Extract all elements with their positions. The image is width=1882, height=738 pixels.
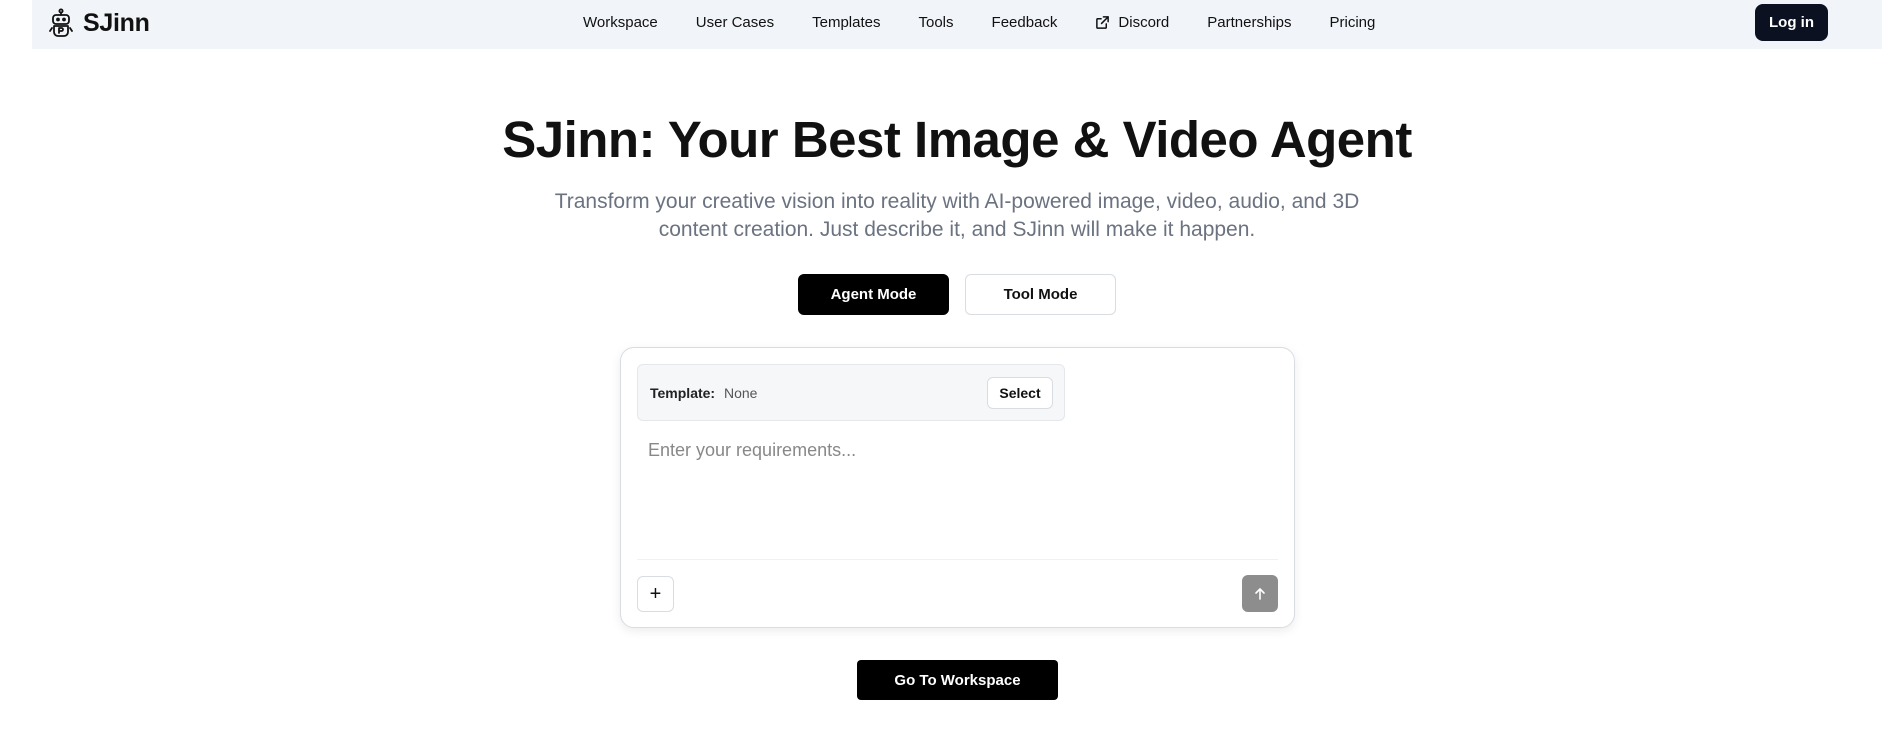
template-selector: Template: None Select [637, 364, 1065, 421]
nav-tools-label: Tools [918, 14, 954, 31]
template-value: None [724, 385, 758, 401]
send-button[interactable] [1242, 575, 1278, 612]
nav-user-cases-label: User Cases [695, 14, 775, 31]
nav-partnerships[interactable]: Partnerships [1207, 14, 1291, 31]
mode-toggle: Agent Mode Tool Mode [798, 274, 1116, 315]
nav-templates-label: Templates [812, 14, 881, 31]
login-button[interactable]: Log in [1755, 4, 1828, 41]
agent-mode-button[interactable]: Agent Mode [798, 274, 949, 315]
requirements-input[interactable] [637, 440, 1278, 551]
nav-templates[interactable]: Templates [812, 14, 880, 31]
go-to-workspace-button[interactable]: Go To Workspace [857, 660, 1058, 700]
nav-pricing[interactable]: Pricing [1329, 14, 1375, 31]
brand-logo[interactable]: SJinn [49, 8, 150, 38]
hero-title: SJinn: Your Best Image & Video Agent [502, 111, 1412, 168]
prompt-composer: Template: None Select + [620, 347, 1295, 628]
hero-subtitle-line-1: Transform your creative vision into real… [554, 190, 1360, 213]
hero-subtitle-line-2: content creation. Just describe it, and … [658, 218, 1256, 241]
main-nav: Workspace User Cases Templates Tools Fee… [583, 0, 1413, 45]
arrow-up-icon [1255, 587, 1265, 600]
nav-feedback[interactable]: Feedback [992, 14, 1058, 31]
nav-discord-label: Discord [1118, 14, 1170, 31]
brand-name: SJinn [83, 8, 150, 37]
plus-icon: + [649, 582, 662, 605]
nav-tools[interactable]: Tools [919, 14, 954, 31]
nav-user-cases[interactable]: User Cases [696, 14, 774, 31]
template-label: Template: [650, 385, 716, 401]
tool-mode-button[interactable]: Tool Mode [965, 274, 1116, 315]
hero-subtitle: Transform your creative vision into real… [0, 188, 1882, 244]
nav-workspace[interactable]: Workspace [583, 14, 658, 31]
robot-logo-icon [49, 8, 73, 37]
top-nav-bar: SJinn Workspace User Cases Templates Too… [32, 0, 1882, 49]
nav-pricing-label: Pricing [1329, 14, 1376, 31]
nav-workspace-label: Workspace [583, 14, 658, 31]
composer-divider [637, 559, 1278, 560]
external-link-icon [1096, 16, 1110, 29]
nav-partnerships-label: Partnerships [1207, 14, 1292, 31]
add-attachment-button[interactable]: + [637, 576, 674, 612]
nav-feedback-label: Feedback [991, 14, 1058, 31]
select-template-button[interactable]: Select [987, 377, 1053, 409]
nav-discord[interactable]: Discord [1095, 14, 1169, 31]
